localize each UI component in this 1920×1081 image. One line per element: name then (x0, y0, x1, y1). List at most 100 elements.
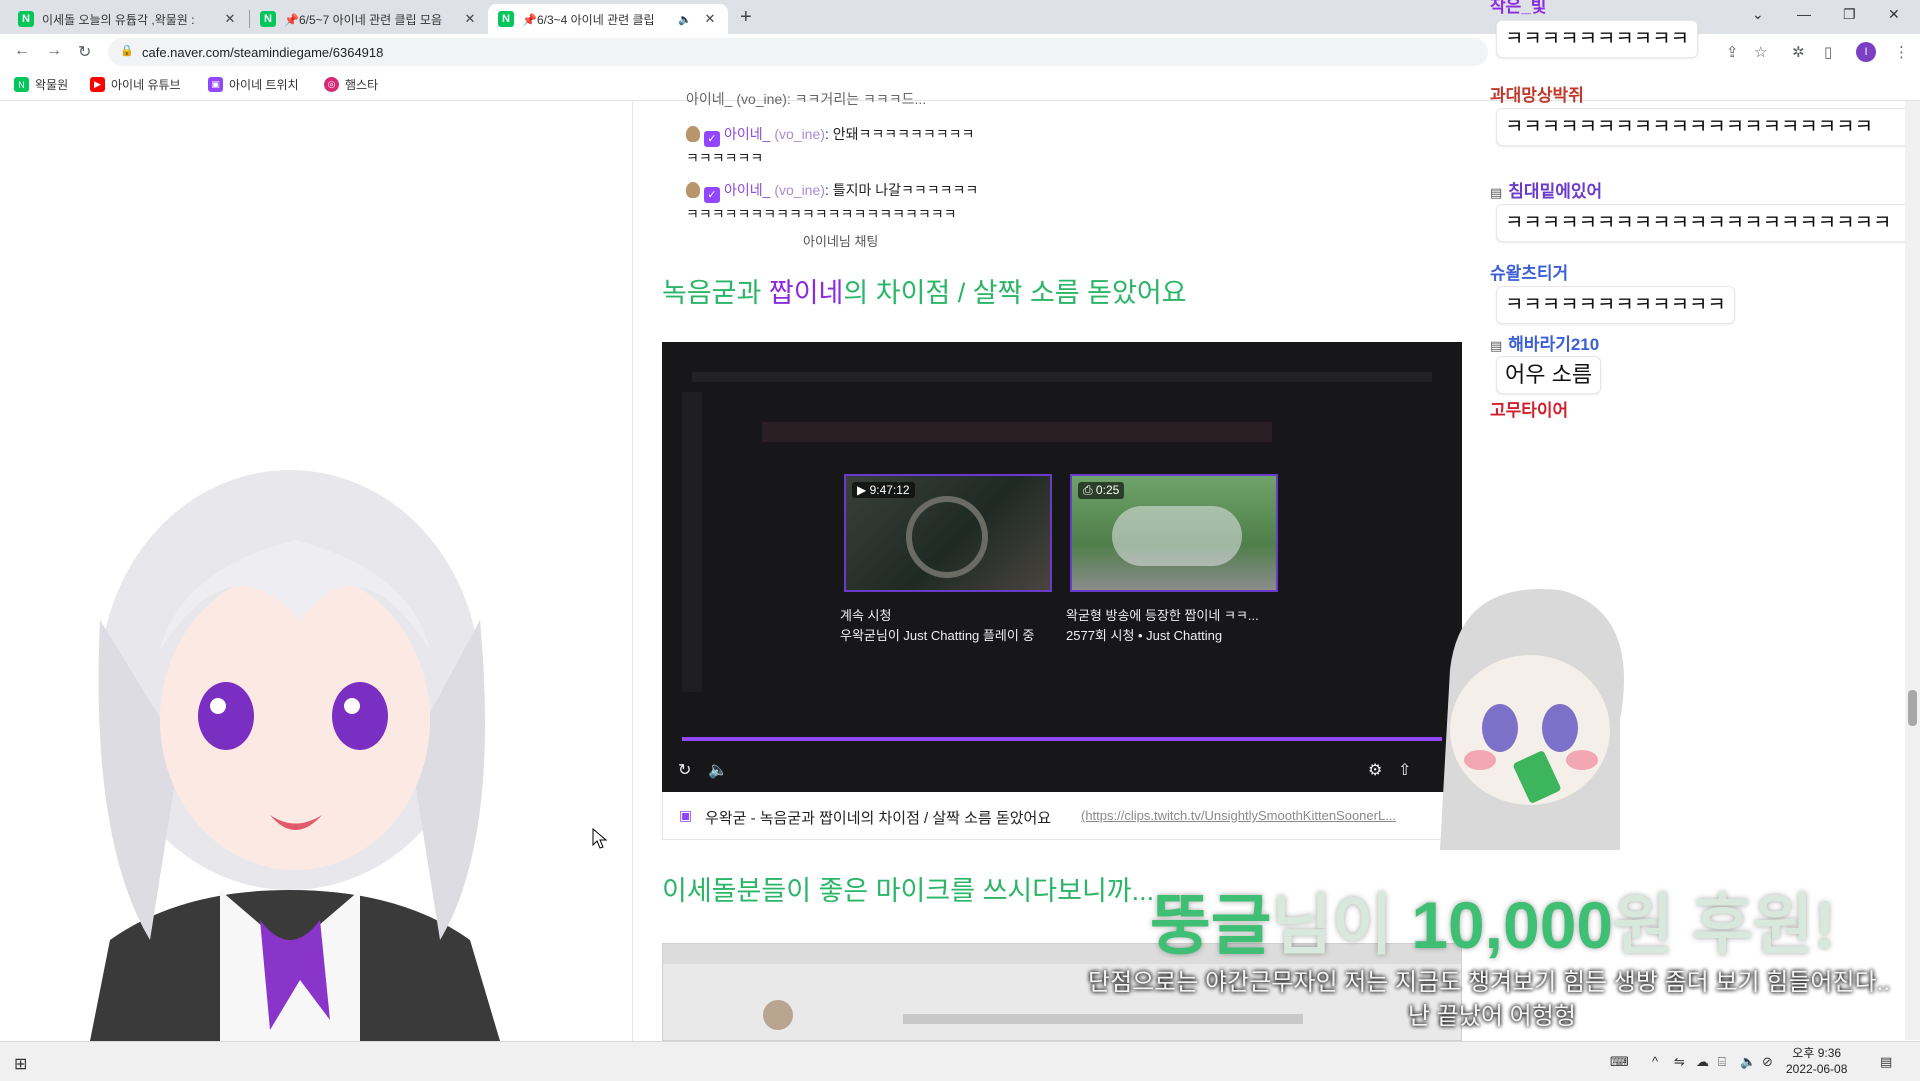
chat-bubble: ㅋㅋㅋㅋㅋㅋㅋㅋㅋㅋㅋㅋㅋㅋㅋㅋㅋㅋㅋㅋ (1496, 108, 1914, 146)
chat-nick: 아이네_ (724, 126, 771, 142)
bookmark-wakmulwon[interactable]: N 왁물원 (14, 76, 68, 93)
mascot-blush (1566, 750, 1598, 770)
video-progress-bar[interactable] (682, 737, 1442, 741)
new-tab-button[interactable]: + (740, 6, 752, 29)
chat-nick: 아이네_ (724, 182, 771, 198)
naver-cafe-icon: N (18, 11, 34, 27)
bookmark-label: 아이네 유튜브 (111, 78, 181, 92)
bookmark-hamsta[interactable]: ◎ 햄스타 (324, 76, 378, 93)
naver-cafe-icon: N (14, 77, 29, 92)
thumbnail-subtitle: 2577회 시청 • Just Chatting (1066, 628, 1223, 643)
chat-text: : 안돼ㅋㅋㅋㅋㅋㅋㅋㅋㅋ (824, 126, 975, 142)
tab-1[interactable]: N 이세돌 오늘의 유튭각 ,왁물원 : ✕ (8, 4, 248, 34)
scrollbar-thumb[interactable] (1908, 690, 1917, 726)
settings-gear-icon[interactable]: ⚙ (1368, 760, 1382, 780)
chat-username: 과대망상박쥐 (1490, 86, 1584, 105)
mascot-blush (1464, 750, 1496, 770)
crowd-graphic (1112, 506, 1242, 566)
volume-icon[interactable]: 🔈 (1740, 1054, 1756, 1070)
donation-alert: 뚱글님이 10,000원 후원! (1150, 872, 1836, 968)
bookmark-label: 왁물원 (35, 78, 69, 92)
share-icon[interactable]: ⇧ (1398, 760, 1411, 780)
scope-graphic (906, 496, 988, 578)
close-icon[interactable]: ✕ (702, 11, 718, 27)
chat-handle: (vo_ine) (774, 126, 825, 142)
link-title[interactable]: 우왁굳 - 녹음굳과 짭이네의 차이점 / 살짝 소름 돋았어요 (705, 807, 1051, 828)
naver-cafe-icon: N (260, 11, 276, 27)
section-heading: 이세돌분들이 좋은 마이크를 쓰시다보니까... (662, 876, 1155, 906)
avatar-eye-left (198, 682, 254, 750)
mascot-eye-right (1542, 704, 1578, 752)
verified-badge-icon: ✓ (704, 187, 720, 203)
network-icon[interactable]: ⌸ (1718, 1054, 1726, 1070)
video-background-strip (762, 422, 1272, 442)
tab-3-active[interactable]: N 📌6/3~4 아이네 관련 클립 🔈 ✕ (488, 4, 728, 34)
thumbnail-title: 계속 시청 (840, 608, 892, 623)
link-url[interactable]: (https://clips.twitch.tv/UnsightlySmooth… (1081, 808, 1396, 823)
tab-2[interactable]: N 📌6/5~7 아이네 관련 클립 모음 ✕ (250, 4, 488, 34)
screenshot-text-line (903, 1014, 1303, 1024)
mascot-eye-left (1482, 704, 1518, 752)
bookmark-ine-twitch[interactable]: ▣ 아이네 트위치 (208, 76, 299, 93)
chat-continuation: ㅋㅋㅋㅋㅋㅋㅋㅋㅋㅋㅋㅋㅋㅋㅋㅋㅋㅋㅋㅋㅋ (686, 206, 957, 222)
user-icon: ▤ (1490, 338, 1503, 353)
stream-chat-overlay: 작은_빛 ㅋㅋㅋㅋㅋㅋㅋㅋㅋㅋ 과대망상박쥐 ㅋㅋㅋㅋㅋㅋㅋㅋㅋㅋㅋㅋㅋㅋㅋㅋㅋ… (1490, 0, 1920, 430)
mic-muted-icon[interactable]: ⊘ (1762, 1054, 1773, 1070)
system-clock[interactable]: 오후 9:36 2022-06-08 (1786, 1045, 1847, 1077)
chat-bubble: ㅋㅋㅋㅋㅋㅋㅋㅋㅋㅋ (1496, 20, 1698, 58)
user-icon: ▤ (1490, 185, 1503, 200)
chat-bubble: 어우 소름 (1496, 356, 1602, 394)
windows-start-icon[interactable]: ⊞ (14, 1054, 27, 1074)
donor-name: 뚱글 (1150, 888, 1272, 962)
reload-icon[interactable]: ↻ (78, 42, 91, 62)
chat-text: : 틀지마 나갈ㅋㅋㅋㅋㅋㅋ (824, 182, 979, 198)
donation-text: 원 후원! (1613, 888, 1836, 962)
twitch-clip-player[interactable]: ▶ 9:47:12 ⎙ 0:25 계속 시청 우왁굳님이 Just Chatti… (662, 342, 1462, 792)
close-icon[interactable]: ✕ (462, 11, 478, 27)
chat-username: 고무타이어 (1490, 401, 1569, 420)
chat-continuation: ㅋㅋㅋㅋㅋㅋ (686, 150, 764, 166)
chat-username: ▤ 해바라기210 (1490, 330, 1599, 355)
chat-line-partial: 아이네_ (vo_ine): ㅋㅋ거리는 ㅋㅋㅋ드... (686, 91, 927, 107)
duration-badge: ⎙ 0:25 (1078, 482, 1125, 499)
bookmark-label: 햄스타 (345, 78, 379, 92)
chevron-up-icon[interactable]: ^ (1652, 1054, 1658, 1069)
chat-username: ▤ 침대밑에있어 (1490, 177, 1602, 202)
instagram-icon: ◎ (324, 77, 339, 92)
keyboard-icon[interactable]: ⌨ (1610, 1054, 1629, 1070)
chat-avatar (686, 182, 700, 198)
video-thumbnail[interactable]: ▶ 9:47:12 (844, 474, 1052, 592)
url-text[interactable]: cafe.naver.com/steamindiegame/6364918 (142, 45, 383, 60)
back-icon[interactable]: ← (14, 42, 30, 60)
bookmark-ine-youtube[interactable]: ▶ 아이네 유튜브 (90, 76, 181, 93)
volume-icon[interactable]: 🔈 (708, 760, 728, 780)
avatar-eye-right (332, 682, 388, 750)
video-thumbnail[interactable]: ⎙ 0:25 (1070, 474, 1278, 592)
clock-time: 오후 9:36 (1792, 1046, 1842, 1060)
close-icon[interactable]: ✕ (222, 11, 238, 27)
screenshot-avatar (763, 1000, 793, 1030)
duration-badge: ▶ 9:47:12 (852, 482, 915, 498)
notifications-icon[interactable]: ▤ (1880, 1054, 1892, 1070)
lock-icon: 🔒 (120, 45, 134, 57)
content-divider (632, 101, 633, 1041)
clip-link-card[interactable]: ▣ 우왁굳 - 녹음굳과 짭이네의 차이점 / 살짝 소름 돋았어요 (http… (662, 792, 1462, 840)
bookmark-label: 아이네 트위치 (229, 78, 299, 92)
section-heading: 녹음굳과 짭이네의 차이점 / 살짝 소름 돋았어요 (662, 271, 1187, 310)
chat-username-text: 침대밑에있어 (1508, 182, 1603, 201)
chat-bubble: ㅋㅋㅋㅋㅋㅋㅋㅋㅋㅋㅋㅋㅋㅋㅋㅋㅋㅋㅋㅋㅋ (1496, 204, 1914, 242)
chat-line: ✓ 아이네_ (vo_ine): 안돼ㅋㅋㅋㅋㅋㅋㅋㅋㅋ (686, 124, 974, 147)
address-bar[interactable]: 🔒 cafe.naver.com/steamindiegame/6364918 (108, 38, 1488, 66)
usb-icon[interactable]: ⇋ (1674, 1054, 1685, 1070)
tab-title: 📌6/5~7 아이네 관련 클립 모음 (284, 12, 443, 27)
cloud-icon[interactable]: ☁ (1696, 1054, 1709, 1070)
replay-icon[interactable]: ↻ (678, 760, 691, 780)
twitch-icon: ▣ (208, 77, 223, 92)
eye-highlight (344, 698, 360, 714)
thumbnail-subtitle: 우왁굳님이 Just Chatting 플레이 중 (840, 628, 1035, 643)
heading-highlight: 짭이네 (768, 278, 844, 308)
forward-icon[interactable]: → (46, 42, 62, 60)
clock-date: 2022-06-08 (1786, 1062, 1848, 1076)
speaker-icon[interactable]: 🔈 (678, 13, 692, 26)
page-scrollbar[interactable] (1905, 101, 1920, 1040)
